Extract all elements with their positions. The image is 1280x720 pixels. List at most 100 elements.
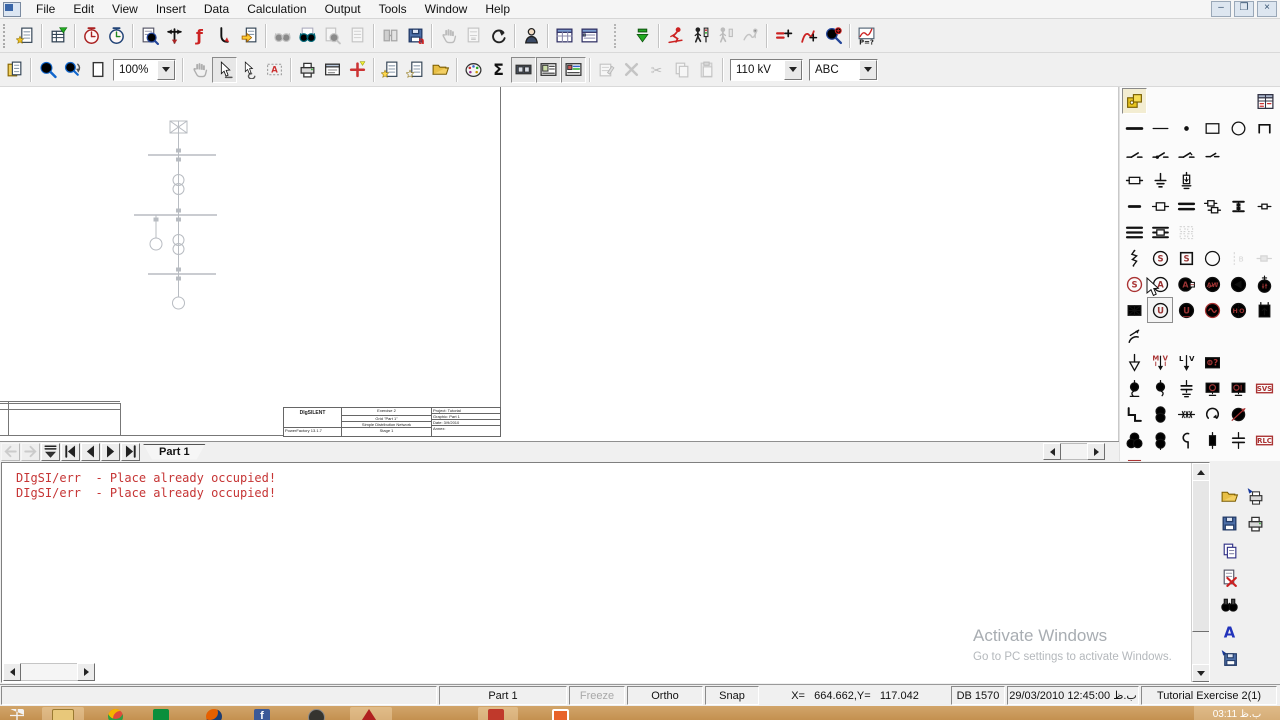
user-settings-button[interactable]: [519, 23, 544, 49]
select-freehand-button[interactable]: [237, 57, 262, 83]
menu-edit[interactable]: Edit: [64, 1, 103, 17]
undo-button[interactable]: [486, 23, 511, 49]
scroll-thumb[interactable]: [1192, 480, 1210, 632]
scroll-down-button[interactable]: [1192, 664, 1210, 682]
run-simulation-button[interactable]: [688, 23, 713, 49]
scroll-left-button[interactable]: [3, 663, 21, 681]
app-orange-icon[interactable]: [552, 709, 569, 720]
export-doc-button[interactable]: [237, 23, 262, 49]
voltage-source-tool[interactable]: U: [1147, 297, 1173, 323]
scroll-left-button[interactable]: [1043, 443, 1061, 460]
menu-calculation[interactable]: Calculation: [238, 1, 315, 17]
copy-output-button[interactable]: [1216, 537, 1242, 564]
page-next-button[interactable]: [101, 443, 120, 461]
general-load-tool[interactable]: [1121, 349, 1147, 375]
svs-tool[interactable]: SVS: [1251, 375, 1277, 401]
shunt-coil-2-tool[interactable]: [1147, 375, 1173, 401]
network-model-manager-button[interactable]: [577, 23, 602, 49]
short-circuit-button[interactable]: ƒ: [187, 23, 212, 49]
transformer-3w-tool[interactable]: [1121, 427, 1147, 453]
external-grid-tool[interactable]: [1121, 297, 1147, 323]
search-object-button[interactable]: [821, 23, 846, 49]
hook-element-tool[interactable]: [1173, 427, 1199, 453]
save-output-button[interactable]: [1216, 510, 1242, 537]
filter-c2-tool[interactable]: [1225, 375, 1251, 401]
firefox-icon[interactable]: [206, 709, 222, 720]
transformer-2w-b-tool[interactable]: [1147, 427, 1173, 453]
motor-load-tool[interactable]: MV: [1147, 349, 1173, 375]
fuse-tool[interactable]: [1121, 167, 1147, 193]
paste-graphic-button[interactable]: [2, 57, 27, 83]
switch-a-tool[interactable]: [1121, 141, 1147, 167]
new-graphic-page-button[interactable]: [378, 57, 403, 83]
open-output-button[interactable]: [1216, 483, 1242, 510]
load-flow-button[interactable]: [162, 23, 187, 49]
page-last-button[interactable]: [121, 443, 140, 461]
glasses-results-button[interactable]: >: [295, 23, 320, 49]
point-tool[interactable]: [1173, 115, 1199, 141]
switch-b-tool[interactable]: [1147, 141, 1173, 167]
print-to-button[interactable]: [1242, 483, 1268, 510]
short-circuit-trace-button[interactable]: [212, 23, 237, 49]
mini-element-tool[interactable]: [1251, 193, 1277, 219]
transformer-2w-tool[interactable]: [1147, 401, 1173, 427]
annotation-circle-tool[interactable]: [1199, 245, 1225, 271]
converter-tool[interactable]: [1225, 271, 1251, 297]
series-reactor-tool[interactable]: [1173, 401, 1199, 427]
double-element-tool[interactable]: [1199, 193, 1225, 219]
restore-button[interactable]: ❐: [1234, 1, 1254, 17]
triple-element-tool[interactable]: [1147, 219, 1173, 245]
genset-tool[interactable]: HO: [1225, 297, 1251, 323]
current-source-tool[interactable]: U: [1173, 297, 1199, 323]
voltage-dropdown-arrow[interactable]: [784, 60, 802, 80]
scroll-up-button[interactable]: [1192, 463, 1210, 481]
menu-help[interactable]: Help: [476, 1, 519, 17]
select-button[interactable]: [212, 57, 237, 83]
menu-file[interactable]: File: [27, 1, 64, 17]
single-line-diagram[interactable]: [0, 87, 320, 327]
taskbar-clock[interactable]: 03:11 ب.ظ: [1194, 706, 1280, 720]
start-button[interactable]: [10, 709, 24, 720]
edit-relevant-objects-button[interactable]: [46, 23, 71, 49]
capacitor-bank-tool[interactable]: [1173, 375, 1199, 401]
output-hscrollbar[interactable]: [3, 663, 95, 679]
corner-line-tool[interactable]: [1251, 115, 1277, 141]
shunt-filter-tool[interactable]: [1121, 323, 1147, 349]
sync-motor-tool[interactable]: S: [1121, 271, 1147, 297]
store-icon[interactable]: [153, 709, 169, 720]
page-first-button[interactable]: [61, 443, 80, 461]
menu-data[interactable]: Data: [195, 1, 238, 17]
neutral-earthing-tool[interactable]: [1173, 167, 1199, 193]
voltage-level-dropdown[interactable]: 110 kV: [730, 59, 803, 81]
menu-tools[interactable]: Tools: [370, 1, 416, 17]
pm-machine-tool[interactable]: [1251, 271, 1277, 297]
rectangle-tool[interactable]: [1199, 115, 1225, 141]
find-output-button[interactable]: [1216, 591, 1242, 618]
zoom-in-button[interactable]: [35, 57, 60, 83]
minimize-button[interactable]: –: [1211, 1, 1231, 17]
pq-comparison-button[interactable]: P=?: [854, 23, 879, 49]
close-button[interactable]: ×: [1257, 1, 1277, 17]
triple-busbar-tool[interactable]: [1121, 219, 1147, 245]
print-output-button[interactable]: [1242, 510, 1268, 537]
date-time-blue-button[interactable]: [104, 23, 129, 49]
variable-speed-drive-tool[interactable]: AW: [1199, 271, 1225, 297]
filter-c1-tool[interactable]: [1199, 375, 1225, 401]
define-event-button[interactable]: [771, 23, 796, 49]
data-table-button[interactable]: [1253, 88, 1278, 114]
async-machine-dfe-tool[interactable]: A: [1173, 271, 1199, 297]
break-button[interactable]: [630, 23, 655, 49]
menu-insert[interactable]: Insert: [147, 1, 195, 17]
phase-shift-tool[interactable]: [1199, 401, 1225, 427]
graphic-cross-button[interactable]: [345, 57, 370, 83]
scroll-right-button[interactable]: [1087, 443, 1105, 460]
output-vscrollbar[interactable]: [1191, 463, 1209, 682]
page-prev-button[interactable]: [81, 443, 100, 461]
busbar-tool[interactable]: [1121, 115, 1147, 141]
zoom-undo-button[interactable]: [60, 57, 85, 83]
ground-tool[interactable]: [1147, 167, 1173, 193]
tab-part1[interactable]: Part 1: [143, 444, 206, 460]
start-simulation-button[interactable]: [663, 23, 688, 49]
font-a-button[interactable]: A: [1216, 618, 1242, 645]
freeze-toggle[interactable]: Freeze: [569, 686, 625, 705]
